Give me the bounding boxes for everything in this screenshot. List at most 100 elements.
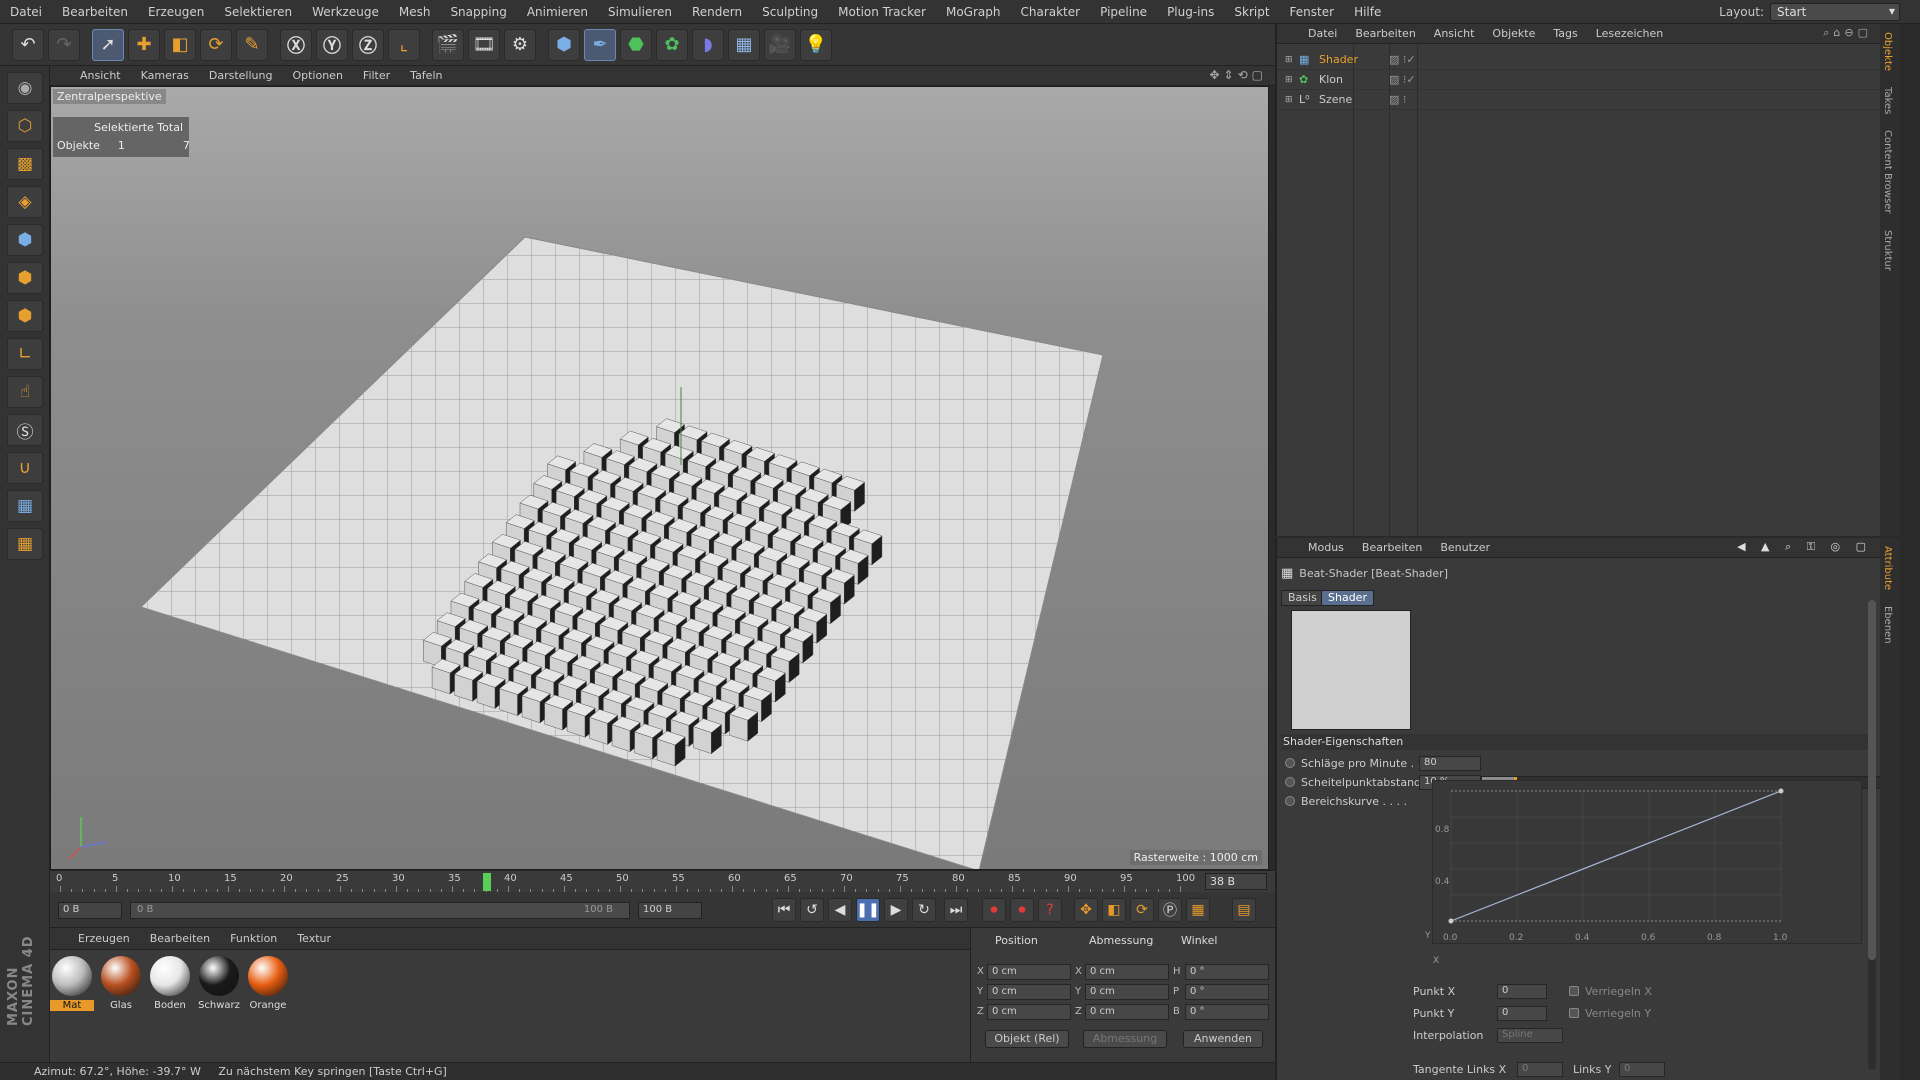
expand-icon[interactable]: ⊞ [1285, 95, 1295, 105]
redo-button[interactable]: ↷ [48, 28, 80, 61]
light-icon[interactable]: 💡 [800, 28, 832, 61]
size-y-field[interactable]: 0 cm [1085, 984, 1169, 1000]
workplane-icon[interactable]: ◈ [7, 186, 43, 218]
preview-range-slider[interactable]: 0 B 100 B [130, 902, 630, 919]
om-menu-bearbeiten[interactable]: Bearbeiten [1346, 27, 1424, 40]
menu-snapping[interactable]: Snapping [440, 5, 516, 19]
angle-h-field[interactable]: 0 ° [1185, 964, 1269, 980]
om-menu-lesezeichen[interactable]: Lesezeichen [1587, 27, 1673, 40]
key-rotation-icon[interactable]: ⟳ [1130, 898, 1154, 922]
om-menu-datei[interactable]: Datei [1299, 27, 1346, 40]
side-tab-content-browser[interactable]: Content Browser [1880, 122, 1895, 221]
vp-menu-ansicht[interactable]: Ansicht [70, 69, 131, 82]
tweak-mode-icon[interactable]: ☝ [7, 376, 43, 408]
side-tab-objekte[interactable]: Objekte [1880, 24, 1895, 79]
undo-button[interactable]: ↶ [12, 28, 44, 61]
autokey-icon[interactable]: ⏺ [1010, 898, 1034, 922]
pause-icon[interactable]: ❚❚ [856, 898, 880, 922]
prev-key-icon[interactable]: ↺ [800, 898, 824, 922]
record-icon[interactable]: ⏺ [982, 898, 1006, 922]
vp-menu-darstellung[interactable]: Darstellung [199, 69, 283, 82]
goto-start-icon[interactable]: ⏮ [772, 898, 796, 922]
edges-mode-icon[interactable]: ⬢ [7, 262, 43, 294]
z-axis-lock-icon[interactable]: Ⓩ [352, 28, 384, 61]
visibility-toggle-icon[interactable]: ▨ ⁝ [1389, 93, 1406, 106]
next-key-icon[interactable]: ↻ [912, 898, 936, 922]
move-tool-icon[interactable]: ✚ [128, 28, 160, 61]
coord-mode-dropdown[interactable]: Objekt (Rel) [985, 1030, 1069, 1048]
tab-shader[interactable]: Shader [1321, 590, 1374, 606]
attr-menu-modus[interactable]: Modus [1299, 541, 1353, 554]
key-param-icon[interactable]: Ⓟ [1158, 898, 1182, 922]
object-name[interactable]: Szene [1319, 93, 1379, 106]
object-row[interactable]: ⊞ ▦ Shader ▨ ⁝✓ [1277, 50, 1897, 70]
pos-z-field[interactable]: 0 cm [987, 1004, 1071, 1020]
lock-y-checkbox[interactable] [1569, 1008, 1579, 1018]
menu-plugins[interactable]: Plug-ins [1157, 5, 1224, 19]
mat-menu-erzeugen[interactable]: Erzeugen [68, 932, 140, 945]
side-tab-ebenen[interactable]: Ebenen [1880, 598, 1895, 652]
mat-menu-bearbeiten[interactable]: Bearbeiten [140, 932, 220, 945]
anim-radio-icon[interactable] [1285, 777, 1295, 787]
visibility-toggle-icon[interactable]: ▨ ⁝✓ [1389, 53, 1416, 66]
3d-viewport[interactable]: Zentralperspektive Selektierte Total Obj… [50, 86, 1269, 870]
size-z-field[interactable]: 0 cm [1085, 1004, 1169, 1020]
menu-pipeline[interactable]: Pipeline [1090, 5, 1157, 19]
prev-frame-icon[interactable]: ◀ [828, 898, 852, 922]
key-scale-icon[interactable]: ◧ [1102, 898, 1126, 922]
material-slot[interactable]: Orange [246, 956, 290, 1011]
vp-menu-optionen[interactable]: Optionen [282, 69, 352, 82]
cloner-icon[interactable]: ✿ [656, 28, 688, 61]
key-position-icon[interactable]: ✥ [1074, 898, 1098, 922]
beats-field[interactable]: 80 [1419, 755, 1481, 771]
interpolation-dropdown[interactable]: Spline [1497, 1027, 1563, 1043]
subdivision-icon[interactable]: ⬣ [620, 28, 652, 61]
live-selection-icon[interactable]: ➚ [92, 28, 124, 61]
timeline-ruler[interactable]: 0 5 10 15 20 25 30 35 40 45 50 55 60 65 70 75 80 85 90 95 10… [50, 870, 1275, 892]
attr-scroll-thumb[interactable] [1868, 600, 1876, 960]
layout-dropdown[interactable]: Start [1770, 3, 1900, 21]
attr-nav-icons[interactable]: ◀ ▲ ⌕ ⚿ ◎ ▢ [1737, 540, 1872, 554]
render-view-icon[interactable]: 🎬 [432, 28, 464, 61]
y-axis-lock-icon[interactable]: Ⓨ [316, 28, 348, 61]
attr-menu-bearbeiten[interactable]: Bearbeiten [1353, 541, 1431, 554]
magnet-icon[interactable]: ∪ [7, 452, 43, 484]
deformer-icon[interactable]: ◗ [692, 28, 724, 61]
snap-icon[interactable]: Ⓢ [7, 414, 43, 446]
point-y-field[interactable]: 0 [1497, 1005, 1547, 1021]
menu-hilfe[interactable]: Hilfe [1344, 5, 1391, 19]
visibility-toggle-icon[interactable]: ▨ ⁝✓ [1389, 73, 1416, 86]
end-frame-field[interactable]: 100 B [638, 902, 702, 919]
material-slot[interactable]: Mat [50, 956, 94, 1011]
tab-basis[interactable]: Basis [1281, 590, 1324, 606]
side-tab-takes[interactable]: Takes [1880, 79, 1895, 122]
polygons-mode-icon[interactable]: ⬢ [7, 300, 43, 332]
menu-bearbeiten[interactable]: Bearbeiten [52, 5, 138, 19]
mat-menu-funktion[interactable]: Funktion [220, 932, 287, 945]
key-pla-icon[interactable]: ▦ [1186, 898, 1210, 922]
cube-primitive-icon[interactable]: ⬢ [548, 28, 580, 61]
lock-x-checkbox[interactable] [1569, 986, 1579, 996]
pos-x-field[interactable]: 0 cm [987, 964, 1071, 980]
menu-werkzeuge[interactable]: Werkzeuge [302, 5, 389, 19]
render-picture-viewer-icon[interactable]: 🎞 [468, 28, 500, 61]
om-menu-tags[interactable]: Tags [1544, 27, 1586, 40]
expand-icon[interactable]: ⊞ [1285, 55, 1295, 65]
vp-menu-filter[interactable]: Filter [353, 69, 400, 82]
menu-fenster[interactable]: Fenster [1280, 5, 1345, 19]
spline-pen-icon[interactable]: ✒ [584, 28, 616, 61]
material-slot[interactable]: Glas [99, 956, 143, 1011]
render-settings-icon[interactable]: ⚙ [504, 28, 536, 61]
x-axis-lock-icon[interactable]: Ⓧ [280, 28, 312, 61]
apply-button[interactable]: Anwenden [1183, 1030, 1263, 1048]
menu-charakter[interactable]: Charakter [1010, 5, 1090, 19]
material-slot[interactable]: Schwarz [197, 956, 241, 1011]
object-row[interactable]: ⊞ L⁰ Szene ▨ ⁝ [1277, 90, 1897, 110]
point-x-field[interactable]: 0 [1497, 983, 1547, 999]
object-name[interactable]: Shader [1319, 53, 1379, 66]
recent-tools-icon[interactable]: ✎ [236, 28, 268, 61]
om-menu-objekte[interactable]: Objekte [1483, 27, 1544, 40]
objmgr-toolbar-icons[interactable]: ⌕⌂⊖▢ [1823, 26, 1872, 40]
make-editable-icon[interactable]: ◉ [7, 72, 43, 104]
keyframe-selection-icon[interactable]: ? [1038, 898, 1062, 922]
